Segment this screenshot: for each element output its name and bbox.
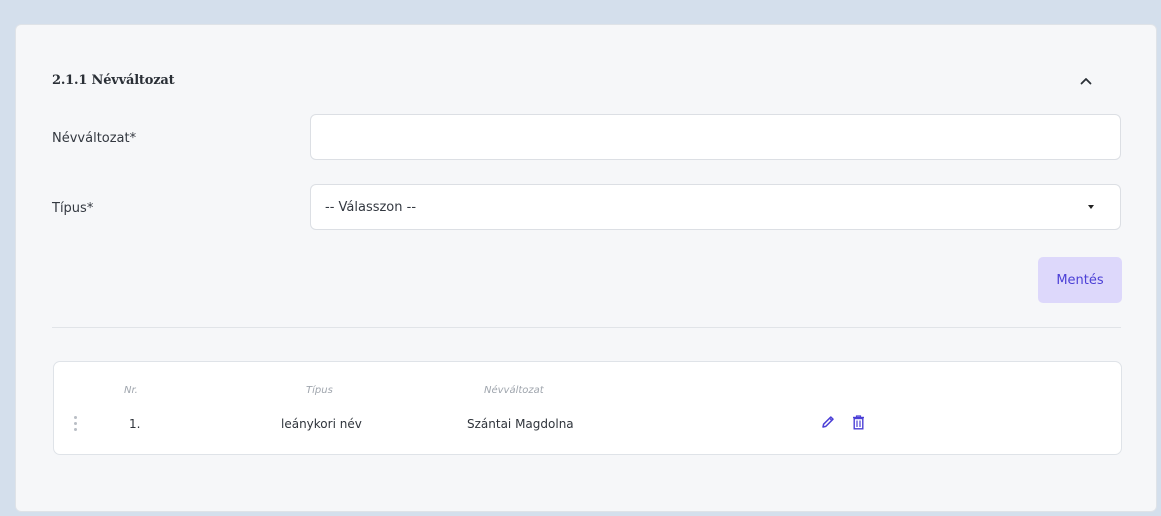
- name-variant-input[interactable]: [310, 114, 1121, 160]
- delete-button[interactable]: [849, 412, 867, 432]
- type-label: Típus*: [52, 201, 94, 216]
- name-variant-panel: 2.1.1 Névváltozat Névváltozat* Típus* --…: [15, 24, 1157, 512]
- divider: [52, 327, 1121, 328]
- drag-handle-icon[interactable]: [74, 416, 78, 432]
- save-button[interactable]: Mentés: [1038, 257, 1122, 303]
- header-name-variant: Névváltozat: [484, 385, 544, 396]
- row-name-variant: Szántai Magdolna: [467, 417, 574, 431]
- collapse-button[interactable]: [1074, 69, 1098, 93]
- section-title: 2.1.1 Névváltozat: [52, 73, 175, 88]
- type-select-value: -- Válasszon --: [325, 199, 417, 215]
- name-variant-table: Nr. Típus Névváltozat 1. leánykori név S…: [53, 361, 1122, 455]
- name-variant-label: Névváltozat*: [52, 131, 137, 146]
- chevron-up-icon: [1080, 78, 1092, 85]
- type-select[interactable]: -- Válasszon --: [310, 184, 1121, 230]
- pencil-icon: [822, 416, 834, 428]
- caret-down-icon: [1088, 205, 1094, 209]
- row-nr: 1.: [129, 417, 141, 431]
- header-type: Típus: [306, 385, 333, 396]
- row-type: leánykori név: [281, 417, 362, 431]
- trash-icon: [852, 414, 864, 430]
- edit-button[interactable]: [819, 412, 837, 432]
- header-nr: Nr.: [124, 385, 138, 396]
